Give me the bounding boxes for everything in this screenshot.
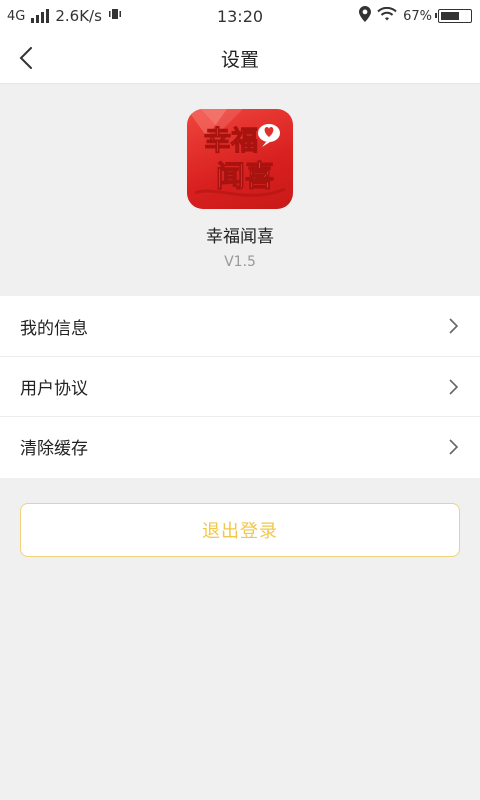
app-info-section: 幸福 闻喜 幸福闻喜 V1.5	[0, 84, 480, 296]
network-speed: 2.6K/s	[55, 7, 102, 25]
logo-text-line2: 闻喜	[216, 159, 274, 193]
menu-item-my-info[interactable]: 我的信息	[0, 296, 480, 356]
logout-label: 退出登录	[202, 521, 278, 542]
battery-icon	[435, 9, 472, 23]
logout-button[interactable]: 退出登录	[20, 503, 460, 557]
chevron-right-icon	[449, 438, 459, 455]
signal-icon	[31, 9, 50, 23]
network-type: 4G	[7, 8, 26, 24]
status-left: 4G 2.6K/s	[7, 0, 122, 32]
status-bar: 4G 2.6K/s 13:20 67%	[0, 0, 480, 32]
settings-screen: 4G 2.6K/s 13:20 67% 设置 幸福 闻喜 幸福闻喜 V1.5 我…	[0, 0, 480, 800]
menu-item-user-agreement[interactable]: 用户协议	[0, 356, 480, 416]
menu-item-label: 清除缓存	[20, 439, 88, 459]
nav-bar: 设置	[0, 32, 480, 84]
chevron-right-icon	[449, 318, 459, 334]
app-version: V1.5	[224, 254, 256, 270]
menu-item-label: 我的信息	[20, 318, 88, 339]
logo-text-line1: 幸福	[204, 126, 258, 157]
page-title: 设置	[220, 48, 259, 71]
app-name: 幸福闻喜	[206, 227, 274, 247]
wifi-icon	[377, 6, 397, 26]
status-right: 67%	[359, 0, 472, 32]
menu-item-label: 用户协议	[20, 379, 88, 399]
menu-item-clear-cache[interactable]: 清除缓存	[0, 416, 480, 476]
chevron-right-icon	[449, 378, 459, 395]
battery-percent: 67%	[403, 8, 432, 24]
settings-menu: 我的信息 用户协议 清除缓存	[0, 296, 480, 478]
vibrate-icon	[108, 7, 122, 25]
app-logo: 幸福 闻喜	[187, 109, 293, 209]
location-icon	[359, 6, 372, 26]
